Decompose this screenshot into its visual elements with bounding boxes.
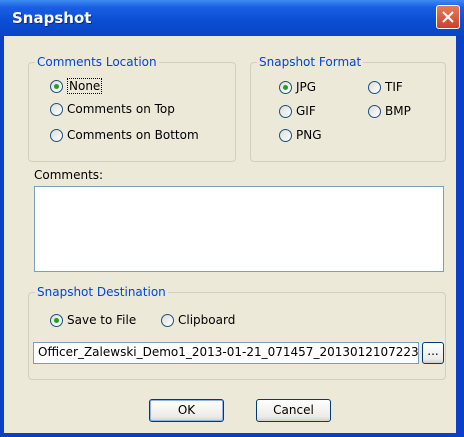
ok-button[interactable]: OK	[149, 399, 224, 422]
radio-button	[161, 313, 174, 327]
window-title: Snapshot	[12, 9, 92, 27]
radio-format-bmp[interactable]: BMP	[368, 104, 411, 118]
radio-clipboard[interactable]: Clipboard	[161, 313, 235, 327]
radio-label-clipboard: Clipboard	[178, 313, 236, 327]
radio-comments-none[interactable]: None	[50, 78, 103, 94]
browse-button[interactable]: ...	[422, 342, 444, 364]
radio-button	[368, 80, 381, 94]
radio-label-png: PNG	[296, 128, 322, 142]
radio-button	[279, 104, 292, 118]
radio-format-tif[interactable]: TIF	[368, 80, 403, 94]
comments-label: Comments:	[34, 168, 104, 182]
radio-button-selected	[279, 80, 292, 94]
radio-label-gif: GIF	[296, 104, 316, 118]
snapshot-dialog: Snapshot Comments Location None Comments…	[0, 0, 464, 437]
file-path-field[interactable]: Officer_Zalewski_Demo1_2013-01-21_071457…	[33, 342, 419, 364]
radio-comments-top[interactable]: Comments on Top	[50, 102, 175, 116]
snapshot-destination-group: Snapshot Destination	[28, 285, 446, 380]
radio-comments-bottom[interactable]: Comments on Bottom	[50, 128, 199, 142]
radio-button	[50, 102, 63, 116]
radio-button-selected	[50, 313, 63, 327]
close-icon	[442, 11, 454, 23]
radio-label-save-to-file: Save to File	[67, 313, 137, 327]
radio-button	[50, 128, 63, 142]
radio-label-jpg: JPG	[296, 80, 317, 94]
radio-button-selected	[50, 79, 63, 93]
radio-button	[279, 128, 292, 142]
close-button[interactable]	[436, 5, 460, 29]
radio-label-none: None	[67, 78, 103, 94]
snapshot-destination-legend: Snapshot Destination	[35, 285, 168, 299]
cancel-button[interactable]: Cancel	[256, 399, 331, 422]
radio-save-to-file[interactable]: Save to File	[50, 313, 136, 327]
comments-location-legend: Comments Location	[35, 55, 159, 69]
radio-label-bottom: Comments on Bottom	[67, 128, 199, 142]
comments-textarea[interactable]	[34, 186, 444, 272]
title-bar[interactable]: Snapshot	[0, 0, 464, 36]
radio-format-png[interactable]: PNG	[279, 128, 322, 142]
radio-format-jpg[interactable]: JPG	[279, 80, 316, 94]
radio-button	[368, 104, 381, 118]
radio-label-tif: TIF	[385, 80, 403, 94]
radio-label-bmp: BMP	[385, 104, 411, 118]
radio-format-gif[interactable]: GIF	[279, 104, 316, 118]
dialog-body: Comments Location None Comments on Top C…	[4, 36, 456, 433]
radio-label-top: Comments on Top	[67, 102, 175, 116]
snapshot-format-legend: Snapshot Format	[257, 55, 364, 69]
